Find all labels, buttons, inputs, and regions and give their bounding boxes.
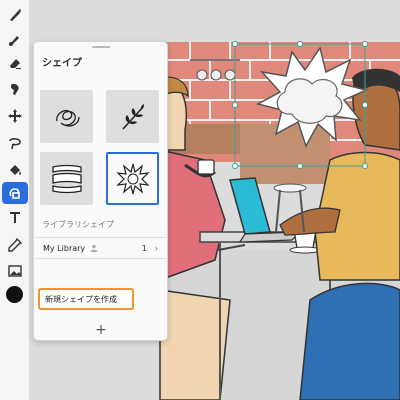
fill-tool-button[interactable] <box>2 159 28 181</box>
scribble-shape-tile[interactable] <box>40 90 93 143</box>
fill-tool-icon <box>10 165 21 175</box>
burst-explosion-shape-icon <box>115 163 150 194</box>
text-tool-icon <box>10 212 20 223</box>
scribble-shape-icon <box>55 109 80 126</box>
banner-shape-icon <box>51 164 82 193</box>
smudge-tool-icon <box>10 83 19 95</box>
pixel-brush-tool-icon <box>9 36 19 46</box>
shapes-panel: シェイプ ライブラリシェイプ My Library 1 › 新規シェイプを作成 … <box>33 41 168 341</box>
shapes-tool-icon <box>9 188 20 199</box>
eyedropper-tool-button[interactable] <box>2 234 28 256</box>
image-tool-button[interactable] <box>2 260 28 282</box>
panel-title: シェイプ <box>42 58 82 69</box>
leaf-branch-shape-tile[interactable] <box>106 90 159 143</box>
move-transform-tool-button[interactable] <box>2 105 28 127</box>
tools-toolbar <box>0 0 30 400</box>
text-tool-button[interactable] <box>2 206 28 228</box>
brush-tool-icon <box>10 9 21 21</box>
add-icon[interactable]: + <box>93 322 109 338</box>
smudge-tool-button[interactable] <box>2 78 28 100</box>
selection-lasso-tool-icon <box>9 138 21 150</box>
eraser-tool-button[interactable] <box>2 52 28 74</box>
leaf-branch-shape-icon <box>121 103 144 130</box>
current-color-swatch[interactable] <box>6 286 23 303</box>
selection-lasso-tool-button[interactable] <box>2 133 28 155</box>
eraser-tool-icon <box>10 59 21 69</box>
library-section-label: ライブラリシェイプ <box>42 220 114 229</box>
brush-tool-button[interactable] <box>2 4 28 26</box>
image-tool-icon <box>8 265 22 277</box>
create-new-shape-button[interactable]: 新規シェイプを作成 <box>38 288 134 310</box>
shared-user-icon <box>90 244 98 252</box>
banner-shape-tile[interactable] <box>40 152 93 205</box>
shapes-tool-button[interactable] <box>2 182 28 204</box>
library-row[interactable]: My Library 1 › <box>35 237 166 259</box>
pixel-brush-tool-button[interactable] <box>2 28 28 50</box>
library-item-count: 1 <box>141 243 147 253</box>
library-name: My Library <box>43 243 86 253</box>
burst-explosion-shape-tile[interactable] <box>106 152 159 205</box>
panel-grip-handle[interactable] <box>92 46 110 48</box>
chevron-right-icon: › <box>154 243 158 253</box>
eyedropper-tool-icon <box>8 237 23 252</box>
move-transform-tool-icon <box>8 109 22 123</box>
